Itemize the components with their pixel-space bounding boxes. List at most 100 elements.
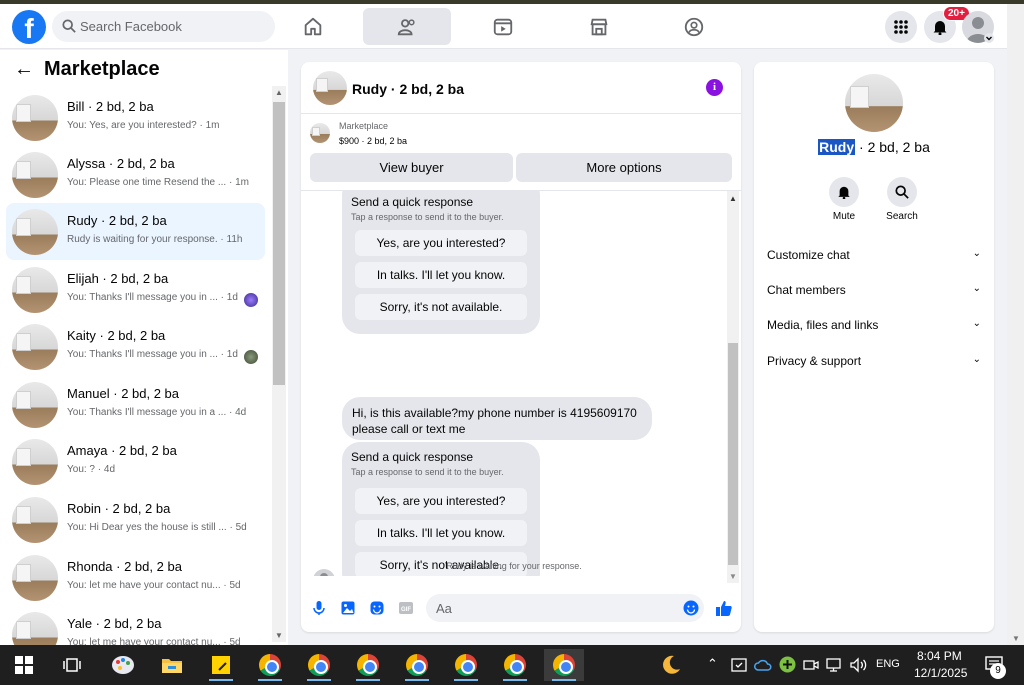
onedrive-icon[interactable]: [754, 657, 772, 673]
thumbs-up-icon[interactable]: [715, 599, 733, 617]
marketplace-label: Marketplace: [339, 121, 389, 131]
search-box[interactable]: [52, 11, 275, 42]
mute-action[interactable]: Mute: [819, 177, 869, 222]
conversation-snippet: Rudy is waiting for your response. · 11h: [67, 234, 243, 245]
conversation-item[interactable]: Manuel · 2 bd, 2 ba You: Thanks I'll mes…: [6, 376, 265, 433]
scroll-up-arrow[interactable]: ▲: [275, 88, 283, 97]
quick-reply-in-talks[interactable]: In talks. I'll let you know.: [355, 520, 527, 546]
chat-members-section[interactable]: Chat members ⌄: [767, 283, 981, 303]
nav-marketplace[interactable]: [555, 8, 643, 45]
meet-now-icon[interactable]: [803, 657, 819, 673]
microphone-icon[interactable]: [311, 600, 327, 616]
chevron-down-icon[interactable]: [984, 33, 994, 43]
conversation-item[interactable]: Kaity · 2 bd, 2 ba You: Thanks I'll mess…: [6, 318, 265, 375]
taskbar-app-paint[interactable]: [103, 649, 143, 681]
task-view-button[interactable]: [52, 649, 92, 681]
gif-icon[interactable]: GIF: [398, 600, 414, 616]
friends-icon: [397, 18, 415, 35]
grid-menu-icon: [894, 20, 908, 34]
privacy-support-section[interactable]: Privacy & support ⌄: [767, 354, 981, 374]
volume-icon[interactable]: [850, 657, 868, 673]
chevron-down-icon: ⌄: [972, 248, 981, 259]
security-icon[interactable]: [731, 657, 747, 673]
search-action[interactable]: Search: [877, 177, 927, 222]
conversation-name: Elijah · 2 bd, 2 ba: [67, 271, 169, 286]
seen-avatar: [244, 293, 258, 307]
conversation-item[interactable]: Yale · 2 bd, 2 ba You: let me have your …: [6, 606, 265, 645]
nav-home[interactable]: [269, 8, 357, 45]
conversation-item[interactable]: Robin · 2 bd, 2 ba You: Hi Dear yes the …: [6, 491, 265, 548]
conversation-item[interactable]: Rhonda · 2 bd, 2 ba You: let me have you…: [6, 549, 265, 606]
taskbar-app-chrome[interactable]: [446, 649, 486, 681]
conversation-item[interactable]: Amaya · 2 bd, 2 ba You: ? · 4d: [6, 433, 265, 490]
start-button[interactable]: [4, 649, 44, 681]
mute-label: Mute: [832, 211, 856, 222]
taskbar-app-file-explorer[interactable]: [152, 649, 192, 681]
facebook-logo[interactable]: f: [12, 10, 46, 44]
network-icon[interactable]: [826, 657, 843, 673]
customize-chat-section[interactable]: Customize chat ⌄: [767, 248, 981, 268]
listing-thumbnail: [12, 382, 58, 428]
menu-button[interactable]: [885, 11, 917, 43]
taskbar-app-chrome-active[interactable]: [544, 649, 584, 681]
scroll-down-arrow[interactable]: ▼: [275, 631, 283, 640]
listing-thumbnail: [12, 612, 58, 645]
home-icon: [304, 17, 322, 35]
nav-groups[interactable]: [650, 8, 738, 45]
taskbar-app-chrome[interactable]: [495, 649, 535, 681]
scroll-up-arrow[interactable]: ▲: [729, 194, 737, 203]
nav-watch[interactable]: [459, 8, 547, 45]
chrome-icon: [357, 654, 379, 676]
scroll-down-arrow[interactable]: ▼: [729, 572, 737, 581]
message-input[interactable]: [426, 594, 704, 622]
tray-chevron-up-icon[interactable]: ⌃: [707, 656, 718, 672]
conversation-item[interactable]: Alyssa · 2 bd, 2 ba You: Please one time…: [6, 146, 265, 203]
chat-listing-image[interactable]: [313, 71, 347, 105]
quick-reply-yes[interactable]: Yes, are you interested?: [355, 230, 527, 256]
conversation-snippet: You: ? · 4d: [67, 464, 116, 475]
conversation-list-scrollbar[interactable]: ▲ ▼: [272, 86, 286, 642]
conversation-name: Rhonda · 2 bd, 2 ba: [67, 559, 182, 574]
conversation-item-selected[interactable]: Rudy · 2 bd, 2 ba Rudy is waiting for yo…: [6, 203, 265, 260]
waiting-status: Rudy is waiting for your response.: [446, 561, 582, 571]
scrollbar-thumb[interactable]: [273, 102, 285, 385]
taskbar-app-chrome[interactable]: [299, 649, 339, 681]
chat-scrollbar[interactable]: ▲ ▼: [727, 191, 739, 583]
sticker-icon[interactable]: [369, 600, 385, 616]
listing-profile-image[interactable]: [845, 74, 903, 132]
info-icon[interactable]: i: [706, 79, 723, 96]
conversation-item[interactable]: Bill · 2 bd, 2 ba You: Yes, are you inte…: [6, 89, 265, 146]
more-options-button[interactable]: More options: [516, 153, 732, 182]
language-indicator[interactable]: ENG: [876, 658, 900, 670]
clock-time[interactable]: 8:04 PM: [917, 649, 962, 663]
search-input[interactable]: [80, 11, 270, 42]
nav-friends[interactable]: [363, 8, 451, 45]
quick-reply-in-talks[interactable]: In talks. I'll let you know.: [355, 262, 527, 288]
taskbar-app-sticky-notes[interactable]: [201, 649, 241, 681]
weather-widget[interactable]: [651, 649, 691, 681]
media-files-section[interactable]: Media, files and links ⌄: [767, 318, 981, 338]
scrollbar-thumb[interactable]: [728, 343, 738, 565]
chevron-down-icon: ⌄: [972, 283, 981, 294]
quick-response-title: Send a quick response: [351, 195, 474, 209]
quick-reply-yes[interactable]: Yes, are you interested?: [355, 488, 527, 514]
plus-app-icon[interactable]: [779, 656, 796, 673]
scroll-down-arrow[interactable]: ▼: [1012, 634, 1020, 643]
view-buyer-button[interactable]: View buyer: [310, 153, 513, 182]
back-arrow-icon[interactable]: ←: [14, 58, 34, 81]
chat-title[interactable]: Rudy · 2 bd, 2 ba: [352, 81, 464, 97]
taskbar-app-chrome-profile[interactable]: [250, 649, 290, 681]
selected-name-text[interactable]: Rudy: [818, 139, 856, 155]
conversation-name: Rudy · 2 bd, 2 ba: [67, 213, 167, 228]
folder-icon: [162, 659, 182, 673]
emoji-icon[interactable]: [683, 600, 699, 616]
photo-icon[interactable]: [340, 600, 356, 616]
taskbar-app-chrome[interactable]: [397, 649, 437, 681]
clock-date[interactable]: 12/1/2025: [914, 666, 967, 680]
task-view-icon: [63, 658, 81, 672]
conversation-item[interactable]: Elijah · 2 bd, 2 ba You: Thanks I'll mes…: [6, 261, 265, 318]
quick-reply-not-available[interactable]: Sorry, it's not available.: [355, 294, 527, 320]
taskbar-app-chrome[interactable]: [348, 649, 388, 681]
page-scrollbar[interactable]: ▼: [1007, 4, 1024, 645]
chrome-icon: [553, 654, 575, 676]
